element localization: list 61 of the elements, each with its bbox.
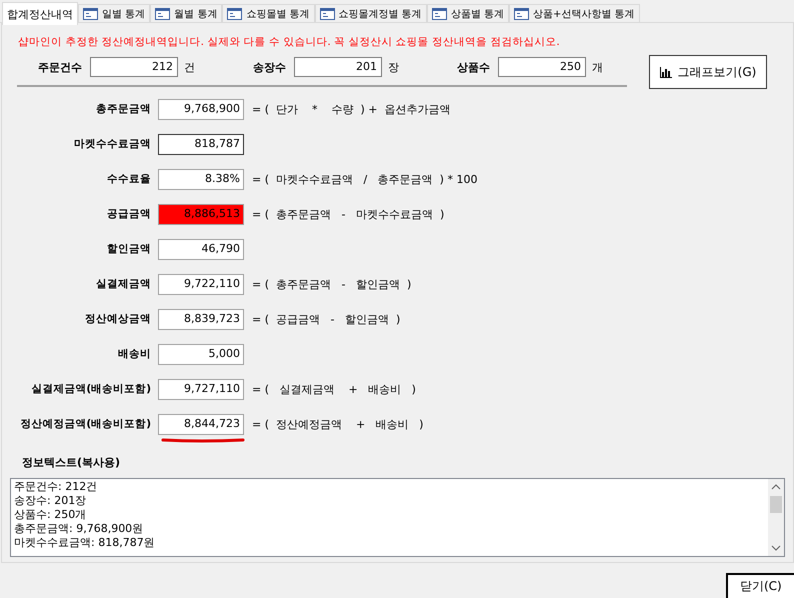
formula-text: = ( 총주문금액 - 할인금액 ): [252, 277, 412, 293]
tab[interactable]: 합계정산내역: [2, 2, 78, 25]
field-label: 배송비: [117, 347, 151, 362]
field-label: 수수료율: [106, 172, 151, 187]
unit-label: 개: [592, 60, 604, 74]
field-label: 정산예상금액: [84, 312, 151, 327]
input-field[interactable]: 9,722,110: [158, 274, 244, 295]
field-label: 정산예정금액(배송비포함): [19, 417, 151, 432]
input-field[interactable]: 8.38%: [158, 169, 244, 190]
field-label: 마켓수수료금액: [73, 137, 151, 152]
text-line: 주문건수: 212건: [14, 480, 98, 494]
formula-text: = ( 공급금액 - 할인금액 ): [252, 312, 400, 328]
formula-text: = ( 실결제금액 + 배송비 ): [252, 382, 416, 398]
input-field[interactable]: 46,790: [158, 239, 244, 260]
text-area[interactable]: 주문건수: 212건 송장수: 201장 상품수: 250개 총주문금액: 9,768,900원 마켓수수료금액: 818,787원: [10, 478, 785, 557]
table-icon: [227, 8, 242, 20]
field-label: 송장수: [252, 60, 286, 74]
notice-text: 샵마인이 추정한 정산예정내역입니다. 실제와 다를 수 있습니다. 꼭 실정산시 쇼핑몰 정산내역을 점검하십시오.: [17, 35, 561, 49]
tab[interactable]: 쇼핑몰계정별 통계: [314, 4, 427, 22]
table-icon: [514, 8, 529, 20]
bar-chart-icon: [660, 66, 672, 78]
table-icon: [155, 8, 170, 20]
field-label: 공급금액: [106, 207, 151, 222]
input-field[interactable]: 212: [90, 57, 178, 77]
tab[interactable]: 일별 통계: [78, 4, 150, 22]
text-line: 송장수: 201장: [14, 494, 88, 508]
input-field[interactable]: 9,727,110: [158, 379, 244, 400]
unit-label: 건: [184, 60, 196, 74]
unit-label: 장: [388, 60, 400, 74]
graph-button[interactable]: 그래프보기(G): [649, 55, 767, 89]
input-field[interactable]: 250: [498, 57, 586, 77]
text-line: 마켓수수료금액: 818,787원: [14, 536, 156, 550]
table-icon: [83, 8, 98, 20]
tab[interactable]: 상품별 통계: [426, 4, 509, 22]
input-field[interactable]: 5,000: [158, 344, 244, 365]
input-field[interactable]: 201: [294, 57, 382, 77]
scrollbar[interactable]: [768, 479, 784, 556]
input-field[interactable]: 9,768,900: [158, 99, 244, 120]
text-line: 총주문금액: 9,768,900원: [14, 522, 144, 536]
tab[interactable]: 상품+선택사항별 통계: [508, 4, 640, 22]
formula-text: = ( 총주문금액 - 마켓수수료금액 ): [252, 207, 444, 223]
field-label: 상품수: [456, 60, 490, 74]
section-label: 정보텍스트(복사용): [22, 455, 122, 470]
close-button[interactable]: 닫기(C): [726, 573, 794, 598]
formula-text: = ( 단가 * 수량 ) + 옵션추가금액: [252, 102, 450, 118]
tab[interactable]: 월별 통계: [150, 4, 222, 22]
scrollbar-thumb[interactable]: [770, 496, 782, 513]
field-label: 실결제금액(배송비포함): [30, 382, 151, 397]
formula-text: = ( 마켓수수료금액 / 총주문금액 ) * 100: [252, 172, 478, 188]
table-icon: [320, 8, 335, 20]
field-label: 총주문금액: [95, 102, 151, 117]
input-field[interactable]: 818,787: [158, 134, 244, 155]
input-field[interactable]: 8,886,513: [158, 204, 244, 225]
tab[interactable]: 쇼핑몰별 통계: [222, 4, 315, 22]
input-field[interactable]: 8,839,723: [158, 309, 244, 330]
field-label: 주문건수: [37, 60, 82, 74]
field-label: 실결제금액: [95, 277, 151, 292]
field-label: 할인금액: [106, 242, 151, 257]
text-line: 상품수: 250개: [14, 508, 88, 522]
formula-text: = ( 정산예정금액 + 배송비 ): [252, 417, 424, 433]
table-icon: [432, 8, 447, 20]
